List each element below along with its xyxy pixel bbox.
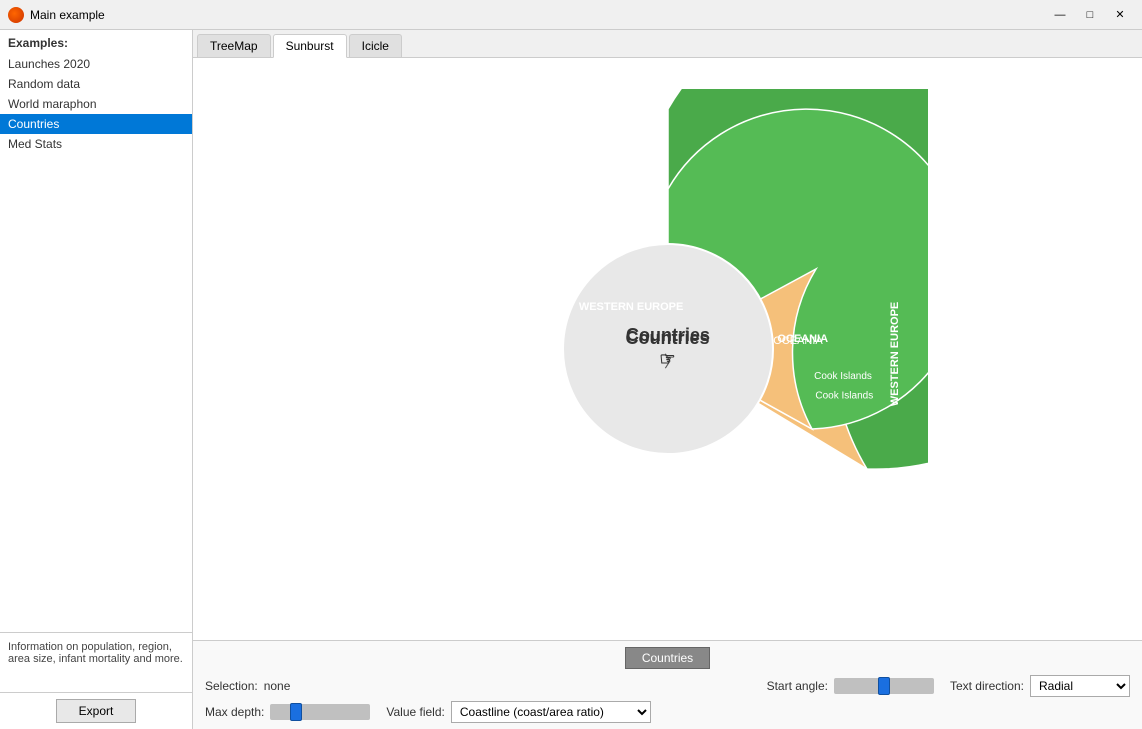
right-panel: TreeMapSunburstIcicle bbox=[193, 30, 1142, 729]
export-button[interactable]: Export bbox=[56, 699, 136, 723]
cook-islands-label: Cook Islands bbox=[814, 371, 872, 382]
window-controls: — □ ✕ bbox=[1046, 5, 1134, 25]
close-button[interactable]: ✕ bbox=[1106, 5, 1134, 25]
breadcrumb-button[interactable]: Countries bbox=[625, 647, 710, 669]
sidebar-info: Information on population, region, area … bbox=[0, 632, 192, 692]
selection-group: Selection: none bbox=[205, 679, 290, 693]
selection-value: none bbox=[264, 679, 291, 693]
sidebar: Examples: Launches 2020Random dataWorld … bbox=[0, 30, 193, 729]
sidebar-list: Launches 2020Random dataWorld maraphonCo… bbox=[0, 54, 192, 632]
minimize-button[interactable]: — bbox=[1046, 5, 1074, 25]
tab-treemap[interactable]: TreeMap bbox=[197, 34, 271, 57]
text-direction-label: Text direction: bbox=[950, 679, 1024, 693]
value-field-group: Value field: Coastline (coast/area ratio… bbox=[386, 701, 650, 723]
sunburst-chart[interactable]: Countries 〉 WESTERN EUROPE Monaco OCEANI… bbox=[408, 89, 928, 609]
titlebar: Main example — □ ✕ bbox=[0, 0, 1142, 30]
start-angle-label: Start angle: bbox=[767, 679, 828, 693]
oceania-label: OCEANIA bbox=[773, 335, 823, 347]
app-icon bbox=[8, 7, 24, 23]
tabs-bar: TreeMapSunburstIcicle bbox=[193, 30, 1142, 58]
examples-label: Examples: bbox=[0, 30, 192, 54]
sidebar-item-world[interactable]: World maraphon bbox=[0, 94, 192, 114]
max-depth-label: Max depth: bbox=[205, 705, 264, 719]
main-content: Examples: Launches 2020Random dataWorld … bbox=[0, 30, 1142, 729]
selection-label: Selection: bbox=[205, 679, 258, 693]
value-field-select[interactable]: Coastline (coast/area ratio)PopulationAr… bbox=[451, 701, 651, 723]
sidebar-item-countries[interactable]: Countries bbox=[0, 114, 192, 134]
cursor-icon: 〉 bbox=[663, 354, 679, 371]
sidebar-export-row: Export bbox=[0, 692, 192, 729]
max-depth-group: Max depth: bbox=[205, 704, 370, 720]
maximize-button[interactable]: □ bbox=[1076, 5, 1104, 25]
center-label: Countries bbox=[625, 325, 709, 345]
value-field-label: Value field: bbox=[386, 705, 444, 719]
sunburst-svg: Countries 〉 WESTERN EUROPE Monaco OCEANI… bbox=[408, 89, 928, 609]
controls-row1: Selection: none Start angle: Text direct… bbox=[205, 675, 1130, 697]
text-direction-select[interactable]: RadialHorizontalVertical bbox=[1030, 675, 1130, 697]
app-body: Examples: Launches 2020Random dataWorld … bbox=[0, 30, 1142, 729]
breadcrumb-row: Countries bbox=[205, 647, 1130, 669]
monaco-label: Monaco bbox=[518, 355, 557, 367]
start-angle-group: Start angle: bbox=[767, 678, 934, 694]
bottom-controls: Countries Selection: none Start angle: T… bbox=[193, 640, 1142, 729]
max-depth-slider[interactable] bbox=[270, 704, 370, 720]
tab-sunburst[interactable]: Sunburst bbox=[273, 34, 347, 58]
text-direction-group: Text direction: RadialHorizontalVertical bbox=[950, 675, 1130, 697]
sidebar-item-launches[interactable]: Launches 2020 bbox=[0, 54, 192, 74]
sidebar-item-med[interactable]: Med Stats bbox=[0, 134, 192, 154]
chart-area[interactable]: Countries 〉 WESTERN EUROPE Monaco OCEANI… bbox=[193, 58, 1142, 640]
tab-icicle[interactable]: Icicle bbox=[349, 34, 402, 57]
western-europe-label: WESTERN EUROPE bbox=[889, 302, 901, 407]
sidebar-item-random[interactable]: Random data bbox=[0, 74, 192, 94]
controls-row2: Max depth: Value field: Coastline (coast… bbox=[205, 701, 1130, 723]
start-angle-slider[interactable] bbox=[834, 678, 934, 694]
titlebar-title: Main example bbox=[30, 8, 1046, 22]
